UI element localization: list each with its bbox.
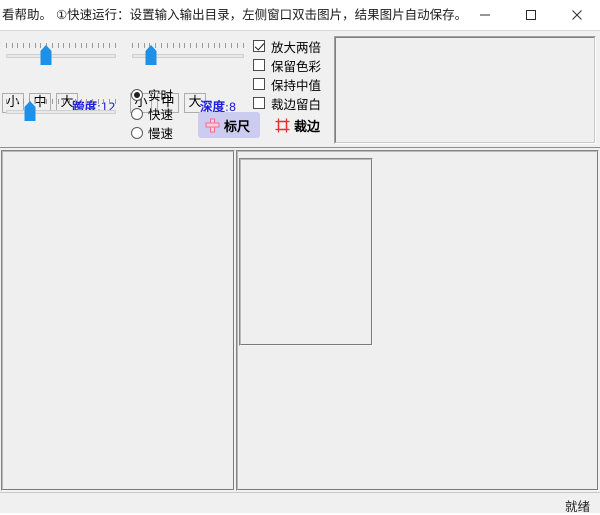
depth-slider[interactable] (132, 43, 244, 65)
radio-off-icon (131, 127, 143, 139)
ruler-button-label: 标尺 (224, 116, 250, 135)
window-title: 看帮助。 ①快速运行：设置输入输出目录，左侧窗口双击图片，结果图片自动保存。 ②… (0, 0, 462, 30)
ruler-cross-icon (205, 118, 220, 133)
option-keep-median-label: 保持中值 (271, 75, 321, 94)
option-enlarge-2x[interactable]: 放大两倍 (253, 37, 321, 55)
speed-mode-realtime-label: 实时 (148, 85, 173, 104)
checkbox-unchecked-icon (253, 78, 265, 90)
option-enlarge-2x-label: 放大两倍 (271, 37, 321, 56)
checkbox-unchecked-icon (253, 59, 265, 71)
median-slider-ticks (6, 99, 116, 104)
close-button[interactable] (554, 0, 600, 30)
checkbox-checked-icon (253, 40, 265, 52)
source-image-panel-inner (2, 151, 234, 490)
title-bar: 看帮助。 ①快速运行：设置输入输出目录，左侧窗口双击图片，结果图片自动保存。 ②… (0, 0, 600, 30)
toolbar-preview-area[interactable] (334, 36, 596, 144)
option-crop-margin-white[interactable]: 裁边留白 (253, 94, 321, 112)
crop-button-label: 裁边 (294, 116, 320, 135)
speed-mode-slow[interactable]: 慢速 (131, 124, 173, 141)
source-image-panel[interactable] (1, 150, 235, 491)
option-keep-color[interactable]: 保留色彩 (253, 56, 321, 74)
span-slider[interactable] (6, 43, 116, 65)
status-bar: 就绪 (0, 492, 600, 513)
radio-on-icon (131, 89, 143, 101)
ruler-button[interactable]: 标尺 (198, 112, 260, 138)
option-crop-margin-white-label: 裁边留白 (271, 94, 321, 113)
speed-mode-fast-label: 快速 (148, 104, 173, 123)
median-slider-track[interactable] (6, 110, 116, 114)
crop-button[interactable]: 裁边 (268, 112, 328, 138)
crop-icon (275, 118, 290, 133)
toolbar: 小 中 大 跨度:12 原 中 大 中值:10 (0, 30, 600, 147)
speed-mode-slow-label: 慢速 (148, 123, 173, 142)
median-slider[interactable] (6, 99, 116, 121)
depth-slider-thumb[interactable] (146, 45, 157, 65)
speed-mode-realtime[interactable]: 实时 (131, 86, 173, 103)
result-preview-box-inner (240, 159, 372, 345)
speed-mode-fast[interactable]: 快速 (131, 105, 173, 122)
option-keep-median[interactable]: 保持中值 (253, 75, 321, 93)
main-work-area (0, 147, 600, 492)
span-slider-thumb[interactable] (40, 45, 51, 65)
span-slider-track[interactable] (6, 54, 116, 58)
median-slider-thumb[interactable] (25, 101, 36, 121)
maximize-button[interactable] (508, 0, 554, 30)
result-preview-box[interactable] (239, 158, 373, 346)
checkbox-unchecked-icon (253, 97, 265, 109)
resize-grip[interactable] (586, 493, 600, 507)
window-controls (462, 0, 600, 30)
span-slider-ticks (6, 43, 116, 48)
minimize-button[interactable] (462, 0, 508, 30)
radio-off-icon (131, 108, 143, 120)
toolbar-preview-area-inner (335, 37, 595, 143)
option-keep-color-label: 保留色彩 (271, 56, 321, 75)
options-group[interactable]: 放大两倍 保留色彩 保持中值 裁边留白 (253, 37, 321, 113)
speed-mode-group[interactable]: 实时 快速 慢速 (131, 86, 173, 143)
